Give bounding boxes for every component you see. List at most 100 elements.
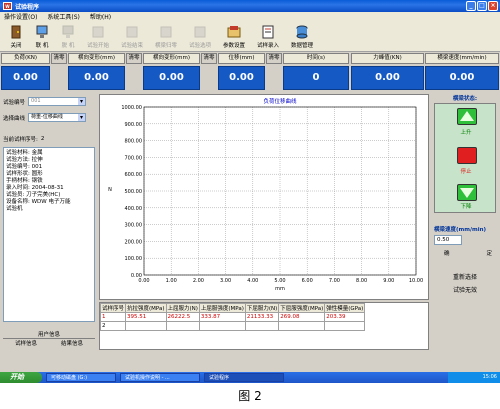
load-readout: 负荷(KN) 0.00 [1, 53, 50, 92]
app-icon: W [3, 2, 12, 10]
zero-icon [159, 25, 173, 39]
move-down-button[interactable] [457, 184, 477, 201]
y-tick-label: 0.00 [131, 273, 142, 279]
start-button[interactable]: 开始 [0, 372, 42, 383]
curve-select-row: 选择曲线 荷重-位移曲线 [3, 113, 87, 122]
sample-entry-button[interactable]: 试样录入 [251, 21, 285, 51]
up-arrow-icon [460, 111, 474, 121]
results-table-panel: 试样序号 抗拉强度(MPa) 上屈服力(N) 上屈服强度(MPa) 下屈服力(N… [99, 302, 429, 350]
system-tray: 15:06 [448, 372, 500, 383]
end-test-button[interactable]: 试验结束 [115, 21, 149, 51]
connect-button[interactable]: 联 机 [29, 21, 55, 51]
speed-input[interactable]: 0.50 [434, 235, 462, 245]
move-up-button[interactable] [457, 108, 477, 125]
header-cell: 下屈服强度(MPa) [278, 303, 326, 313]
x-tick-label: 1.00 [166, 278, 177, 284]
time-readout: 时间(s) 0 [283, 53, 349, 92]
x-tick-label: 10.00 [409, 278, 423, 284]
computer-offline-icon [61, 25, 75, 39]
sample-entry-icon [261, 25, 275, 39]
speed-label: 横梁速度(mm/min) [434, 227, 487, 233]
x-tick-label: 5.00 [274, 278, 285, 284]
stop-label: 停止 [460, 169, 472, 175]
down-label: 下降 [460, 204, 472, 210]
app-window: W 试验程序 _ □ × 操作设置(O) 系统工具(S) 帮助(H) 关闭 联 … [0, 0, 500, 383]
x-tick-label: 3.00 [220, 278, 231, 284]
window-title: 试验程序 [15, 3, 40, 11]
down-arrow-icon [460, 188, 474, 198]
curve-select[interactable]: 荷重-位移曲线 [28, 113, 87, 122]
transverse-deformation2-readout: 横向变形(mm) 0.00 [143, 53, 200, 92]
y-tick-label: 500.00 [125, 189, 143, 195]
deformation2-zero-button[interactable]: 清零 [201, 53, 217, 64]
stop-button[interactable] [457, 147, 477, 164]
x-axis-label: mm [275, 286, 285, 292]
close-window-button[interactable]: × [488, 1, 498, 11]
x-tick-label: 2.00 [193, 278, 204, 284]
tab-result-info[interactable]: 结果信息 [61, 339, 83, 347]
parameter-settings-button[interactable]: 参数设置 [217, 21, 251, 51]
start-test-button[interactable]: 试验开始 [81, 21, 115, 51]
computer-icon [35, 25, 49, 39]
header-cell: 下屈服力(N) [244, 303, 280, 313]
close-tool-button[interactable]: 关闭 [3, 21, 29, 51]
end-icon [125, 25, 139, 39]
x-tick-label: 9.00 [383, 278, 394, 284]
chart-svg: 负荷位移曲线 0.00 1.00 2.00 3.00 4.00 5.00 6.00 7.00 8.… [108, 97, 423, 292]
clock: 15:06 [482, 374, 497, 380]
x-tick-label: 6.00 [302, 278, 313, 284]
y-tick-label: 300.00 [125, 223, 143, 229]
load-displacement-chart: 负荷位移曲线 0.00 1.00 2.00 3.00 4.00 5.00 6.00 7.00 8.… [99, 94, 429, 300]
menu-bar: 操作设置(O) 系统工具(S) 帮助(H) [0, 12, 500, 21]
readout-panel: 负荷(KN) 0.00 清零 横向变形(mm) 0.00 清零 横向变形(mm)… [0, 53, 500, 92]
results-table: 试样序号 抗拉强度(MPa) 上屈服力(N) 上屈服强度(MPa) 下屈服力(N… [99, 303, 366, 331]
load-zero-button[interactable]: 清零 [51, 53, 67, 64]
y-tick-label: 900.00 [125, 122, 143, 128]
displacement-readout: 位移(mm) 0.00 [218, 53, 265, 92]
disconnect-button[interactable]: 脱 机 [55, 21, 81, 51]
start-icon [91, 25, 105, 39]
menu-help[interactable]: 帮助(H) [90, 12, 111, 21]
tab-user-info[interactable]: 用户信息 [3, 330, 95, 338]
x-tick-label: 4.00 [247, 278, 258, 284]
task-removable-disk[interactable]: 可移动磁盘 (G:) [46, 373, 116, 382]
y-tick-label: 1000.00 [121, 105, 142, 111]
taskbar: 开始 可移动磁盘 (G:) 试验机操作说明 - ... 试验程序 15:06 [0, 372, 500, 383]
invalid-test-button[interactable]: 试验无效 [434, 285, 496, 294]
task-manual[interactable]: 试验机操作说明 - ... [120, 373, 200, 382]
crossbeam-speed-readout: 横梁速度(mm/min) 0.00 [425, 53, 499, 92]
header-cell: 抗拉强度(MPa) [125, 303, 167, 313]
menu-system-tools[interactable]: 系统工具(S) [47, 12, 80, 21]
results-header-row: 试样序号 抗拉强度(MPa) 上屈服力(N) 上屈服强度(MPa) 下屈服力(N… [99, 303, 366, 313]
toolbar: 关闭 联 机 脱 机 试验开始 试验结束 横梁归零 试验选项 参数设置 试样录入… [0, 21, 500, 52]
settings-icon [227, 25, 241, 39]
data-management-button[interactable]: 数据管理 [285, 21, 319, 51]
x-tick-label: 8.00 [356, 278, 367, 284]
y-tick-label: 600.00 [125, 172, 143, 178]
chart-title: 负荷位移曲线 [263, 97, 297, 105]
minimize-button[interactable]: _ [466, 1, 476, 11]
info-tabs: 用户信息 试样信息 结果信息 [3, 330, 95, 347]
table-row[interactable]: 1 395.51 26222.5 333.87 21133.33 269.08 … [99, 312, 366, 322]
task-test-program[interactable]: 试验程序 [204, 373, 284, 382]
sample-info-text: 试验材料: 金属 试验方法: 拉伸 试验编号: 001 试样形状: 圆形 手柄材… [3, 147, 95, 322]
displacement-zero-button[interactable]: 清零 [266, 53, 282, 64]
crossbeam-status-title: 横梁状态: [452, 96, 478, 102]
header-cell: 试样序号 [99, 303, 127, 313]
menu-operation[interactable]: 操作设置(O) [4, 12, 37, 21]
test-options-button[interactable]: 试验选项 [183, 21, 217, 51]
title-bar: W 试验程序 _ □ × [0, 0, 500, 12]
deformation1-zero-button[interactable]: 清零 [126, 53, 142, 64]
test-number-select[interactable]: 001 [28, 97, 87, 106]
exit-door-icon [9, 25, 23, 39]
tab-sample-info[interactable]: 试样信息 [15, 339, 37, 347]
maximize-button[interactable]: □ [477, 1, 487, 11]
reselect-button[interactable]: 重新选择 [434, 272, 496, 281]
up-label: 上升 [460, 130, 472, 136]
right-panel: 横梁状态: 上升 停止 下降 横梁速度(mm/min) 0.50 确 定 重新选… [432, 94, 498, 300]
y-tick-label: 200.00 [125, 239, 143, 245]
peak-force-readout: 力峰值(KN) 0.00 [351, 53, 424, 92]
crossbeam-zero-button[interactable]: 横梁归零 [149, 21, 183, 51]
table-row[interactable]: 2 [99, 321, 366, 331]
confirm-button[interactable]: 确 定 [444, 249, 492, 257]
